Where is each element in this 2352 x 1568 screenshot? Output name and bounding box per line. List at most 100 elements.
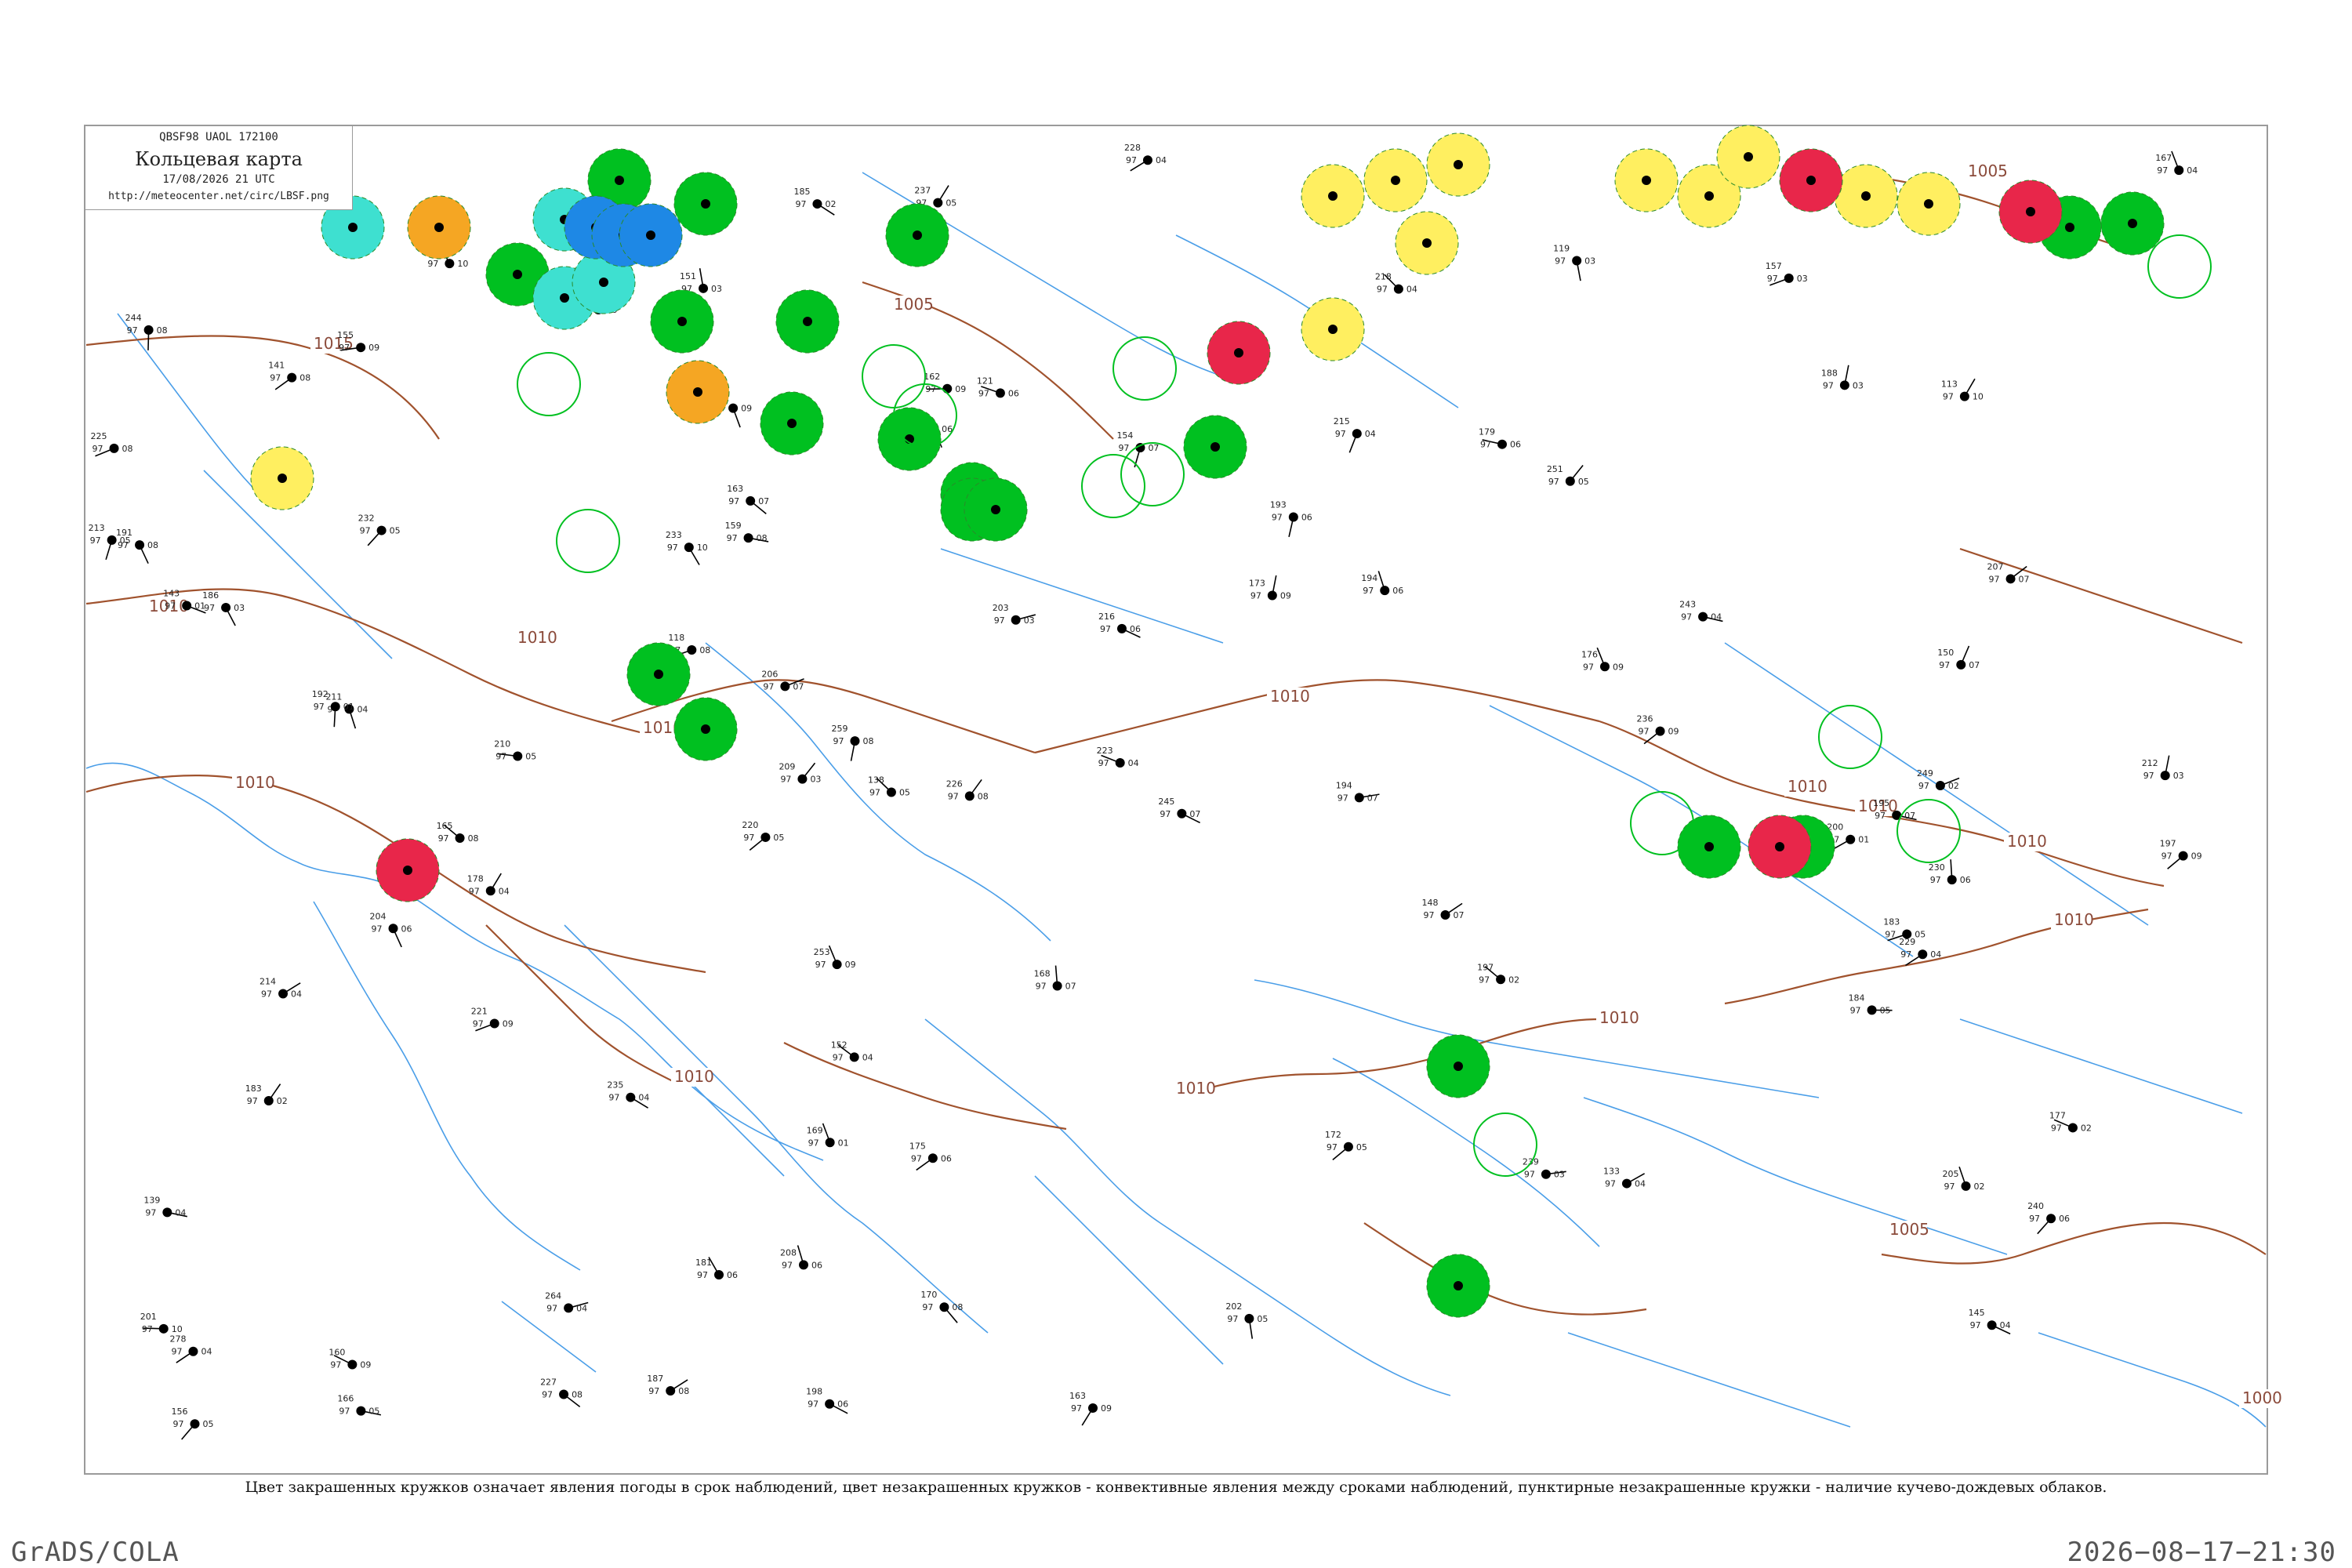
station-plot[interactable]: 175 97 06 <box>909 1141 952 1171</box>
station-plot[interactable]: 165 97 08 <box>437 821 479 844</box>
convective-ring-green[interactable] <box>862 344 926 408</box>
pressure-tendency-value: 08 <box>572 1390 583 1400</box>
station-plot[interactable]: 148 97 07 <box>1422 898 1465 920</box>
station-plot[interactable]: 157 97 03 <box>1766 261 1808 286</box>
station-plot[interactable]: 133 97 04 <box>1603 1167 1646 1189</box>
station-plot[interactable]: 264 97 04 <box>545 1290 589 1313</box>
station-plot[interactable]: 230 97 06 <box>1929 859 1971 885</box>
station-plot[interactable]: 169 97 01 <box>807 1123 849 1148</box>
pressure-tendency-value: 08 <box>952 1302 963 1312</box>
station-plot[interactable]: 209 97 03 <box>779 762 821 785</box>
station-plot[interactable]: 201 97 10 <box>140 1312 183 1334</box>
station-plot[interactable]: 243 97 04 <box>1679 600 1723 622</box>
station-plot[interactable]: 233 97 10 <box>666 530 708 565</box>
station-plot[interactable]: 138 97 05 <box>868 775 910 798</box>
station-plot[interactable]: 198 97 06 <box>806 1387 848 1414</box>
station-plot[interactable]: 259 97 08 <box>831 724 873 761</box>
station-plot[interactable]: 121 97 06 <box>977 376 1019 398</box>
station-plot[interactable]: 212 97 03 <box>2142 755 2184 782</box>
station-plot[interactable]: 181 97 06 <box>695 1257 738 1281</box>
pressure-tendency-value: 08 <box>978 791 989 801</box>
station-plot[interactable]: 186 97 03 <box>202 590 245 626</box>
station-plot[interactable]: 204 97 06 <box>370 911 412 948</box>
station-plot[interactable]: 249 97 02 <box>1917 768 1960 791</box>
station-plot[interactable]: 23997 03 <box>1523 1157 1566 1180</box>
station-plot[interactable]: 178 97 04 <box>467 873 510 896</box>
station-plot[interactable]: 119 97 03 <box>1553 244 1595 281</box>
temperature-value: 218 <box>1375 272 1392 282</box>
convective-ring-green[interactable] <box>1112 336 1177 401</box>
station-plot[interactable]: 229 97 04 <box>1899 937 1941 967</box>
station-plot[interactable]: 197 97 09 <box>2160 839 2202 869</box>
station-plot[interactable]: 177 97 02 <box>2049 1110 2092 1133</box>
station-plot[interactable]: 253 97 09 <box>814 945 856 970</box>
station-plot[interactable]: 167 97 04 <box>2155 151 2198 176</box>
humidity-value: 97 <box>372 924 383 934</box>
station-plot[interactable]: 176 97 09 <box>1581 647 1624 672</box>
station-plot[interactable]: 170 97 08 <box>920 1290 963 1323</box>
convective-ring-green[interactable] <box>556 509 620 573</box>
station-plot[interactable]: 183 97 02 <box>245 1083 288 1106</box>
station-plot[interactable]: 179 97 06 <box>1479 427 1521 450</box>
station-plot[interactable]: 166 97 05 <box>337 1394 382 1417</box>
station-plot[interactable]: 172 97 05 <box>1325 1130 1367 1160</box>
station-plot[interactable]: 156 97 05 <box>172 1406 214 1440</box>
station-dot <box>933 198 943 208</box>
station-plot[interactable]: 160 97 09 <box>328 1347 371 1370</box>
station-plot[interactable]: 235 97 04 <box>607 1080 649 1109</box>
station-plot[interactable]: 225 97 08 <box>91 431 133 457</box>
station-plot[interactable]: 220 97 05 <box>742 820 784 851</box>
station-plot[interactable]: 221 97 09 <box>471 1007 514 1032</box>
station-plot[interactable]: 150 97 07 <box>1937 645 1980 670</box>
station-plot[interactable]: 168 97 07 <box>1034 965 1076 992</box>
station-plot[interactable]: 163 97 09 <box>1069 1391 1112 1426</box>
station-plot[interactable]: 210 97 05 <box>494 739 536 762</box>
station-plot[interactable]: 185 97 02 <box>793 187 836 216</box>
convective-ring-green[interactable] <box>1896 799 1961 863</box>
pressure-tendency-value: 08 <box>862 736 873 746</box>
station-plot[interactable]: 244 97 08 <box>125 313 168 350</box>
station-plot[interactable]: 203 97 03 <box>993 603 1036 626</box>
station-plot[interactable]: 152 97 04 <box>831 1040 873 1062</box>
convective-ring-green[interactable] <box>1818 705 1882 769</box>
convective-ring-green[interactable] <box>2147 234 2212 299</box>
station-plot[interactable]: 188 97 03 <box>1821 365 1864 391</box>
station-plot[interactable]: 205 97 02 <box>1943 1166 1985 1192</box>
station-plot[interactable]: 159 97 08 <box>725 521 769 543</box>
station-plot[interactable]: 141 97 08 <box>268 361 310 390</box>
station-plot[interactable]: 232 97 05 <box>358 514 401 546</box>
station-plot[interactable]: 208 97 06 <box>780 1245 822 1270</box>
station-plot[interactable]: 194 97 07 <box>1336 780 1380 803</box>
station-plot[interactable]: 278 97 04 <box>169 1334 212 1363</box>
station-plot[interactable]: 223 97 04 <box>1097 746 1139 768</box>
station-plot[interactable]: 163 97 07 <box>727 484 769 515</box>
humidity-value: 97 <box>815 960 826 970</box>
station-plot[interactable]: 216 97 06 <box>1098 612 1141 638</box>
station-plot[interactable]: 194 97 06 <box>1361 571 1403 596</box>
station-plot[interactable]: 187 97 08 <box>647 1374 689 1396</box>
station-plot[interactable]: 218 97 04 <box>1375 272 1417 295</box>
convective-ring-green[interactable] <box>1630 791 1694 855</box>
station-plot[interactable]: 193 97 06 <box>1270 499 1312 538</box>
temperature-value: 264 <box>545 1290 561 1301</box>
station-plot[interactable]: 227 97 08 <box>540 1377 583 1408</box>
station-plot[interactable]: 197 97 02 <box>1477 962 1519 985</box>
station-plot[interactable]: 251 97 05 <box>1547 464 1589 487</box>
station-plot[interactable]: 214 97 04 <box>260 976 302 999</box>
station-plot[interactable]: 139 97 04 <box>143 1195 187 1218</box>
station-plot[interactable]: 215 97 04 <box>1334 416 1376 453</box>
station-plot[interactable]: 113 97 10 <box>1941 378 1984 402</box>
source-url[interactable]: http://meteocenter.net/circ/LBSF.png <box>85 191 352 202</box>
station-plot[interactable]: 184 97 05 <box>1849 993 1893 1015</box>
station-plot[interactable]: 173 97 09 <box>1249 575 1291 601</box>
station-plot[interactable]: 226 97 08 <box>946 779 989 801</box>
convective-ring-green[interactable] <box>517 352 581 416</box>
station-plot[interactable]: 228 97 04 <box>1124 143 1167 172</box>
station-plot[interactable]: 145 97 04 <box>1969 1308 2011 1335</box>
station-plot[interactable]: 240 97 06 <box>2027 1201 2070 1235</box>
station-plot[interactable]: 19197 08 <box>116 528 158 564</box>
station-plot[interactable]: 245 97 07 <box>1158 797 1200 824</box>
convective-ring-green[interactable] <box>1081 454 1145 518</box>
station-dot <box>1393 284 1403 294</box>
station-plot[interactable]: 202 97 05 <box>1225 1301 1268 1339</box>
